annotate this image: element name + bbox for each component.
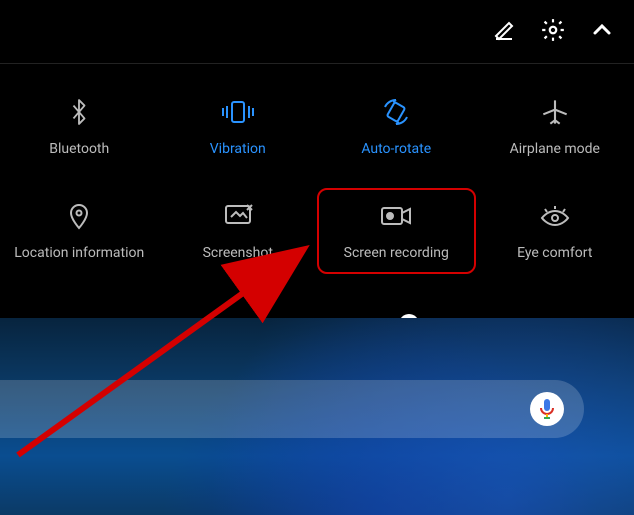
edit-icon[interactable] [492,18,516,46]
airplane-icon [541,97,569,127]
vibration-icon [221,97,255,127]
tile-screenshot[interactable]: Screenshot [159,188,318,274]
tile-label: Vibration [210,141,266,157]
tile-bluetooth[interactable]: Bluetooth [0,84,159,170]
tile-location[interactable]: Location information [0,188,159,274]
tile-label: Screenshot [203,245,273,261]
search-bar[interactable] [0,380,584,438]
tile-airplane[interactable]: Airplane mode [476,84,634,170]
tile-label: Screen recording [344,245,449,261]
autorotate-icon [381,97,411,127]
screenshot-icon [223,201,253,231]
quick-settings-header [0,0,634,64]
quick-settings-grid: Bluetooth Vibration Auto-rotate Airplane [0,64,634,298]
tile-label: Auto-rotate [361,141,431,157]
tile-vibration[interactable]: Vibration [159,84,318,170]
bluetooth-icon [68,97,90,127]
tile-eye-comfort[interactable]: Eye comfort [476,188,634,274]
tile-screen-recording[interactable]: Screen recording [317,188,476,274]
eye-comfort-icon [539,201,571,231]
tile-label: Eye comfort [517,245,592,261]
tile-label: Bluetooth [49,141,109,157]
location-icon [67,201,91,231]
mic-icon[interactable] [530,392,564,426]
settings-icon[interactable] [540,17,566,47]
screen-recording-icon [379,201,413,231]
tile-label: Location information [14,245,144,261]
collapse-icon[interactable] [590,18,614,46]
tile-autorotate[interactable]: Auto-rotate [317,84,476,170]
tile-label: Airplane mode [510,141,600,157]
